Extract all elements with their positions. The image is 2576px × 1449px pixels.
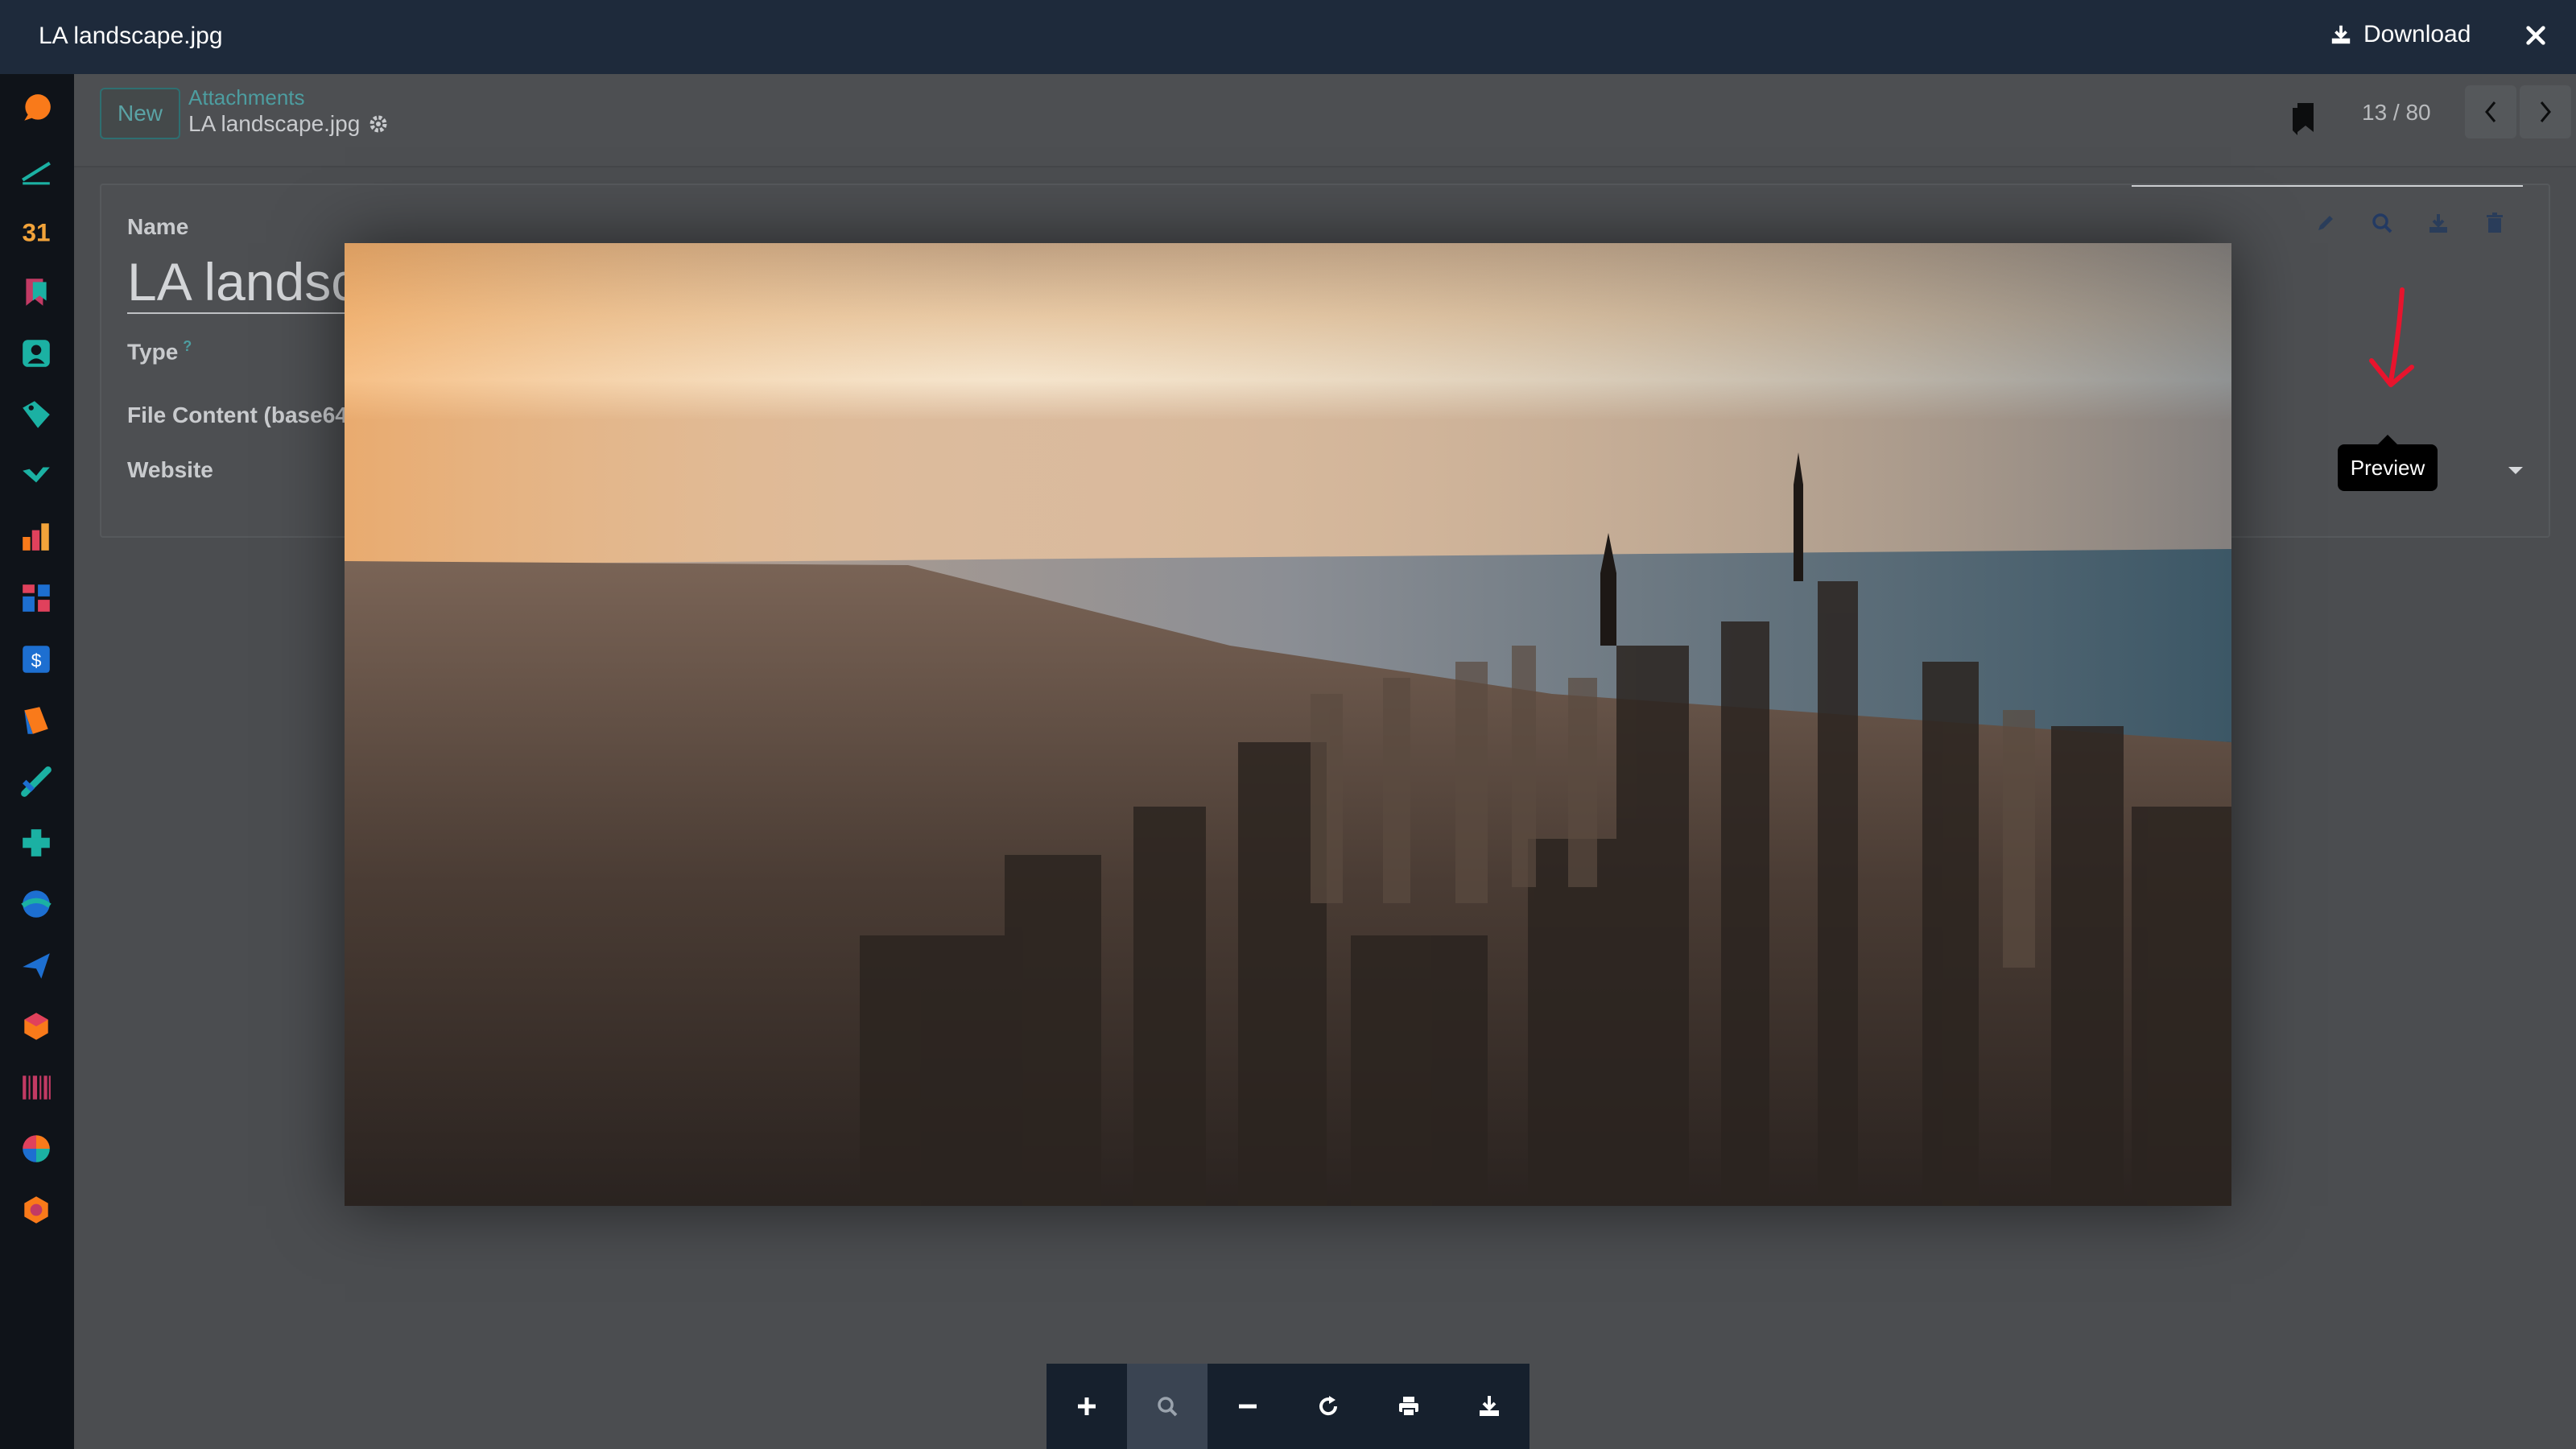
zoom-out-button[interactable] (1208, 1364, 1288, 1449)
zoom-out-icon (1239, 1404, 1257, 1409)
type-label: Type? (127, 338, 192, 365)
sales-icon[interactable] (18, 457, 55, 494)
svg-text:$: $ (31, 650, 42, 671)
chevron-left-icon (2485, 101, 2496, 122)
image-preview[interactable] (345, 243, 2231, 1206)
pager-value[interactable]: 13 / 80 (2362, 100, 2431, 126)
website-dropdown-caret-icon[interactable] (2508, 467, 2523, 474)
pager-previous-button[interactable] (2465, 85, 2516, 138)
control-panel: New Attachments LA landscape.jpg 13 / 80 (74, 74, 2576, 167)
trash-icon[interactable] (2483, 211, 2507, 235)
chevron-right-icon (2540, 101, 2551, 122)
print-icon (1399, 1397, 1418, 1417)
close-button[interactable] (2520, 19, 2552, 52)
toolbar-download-button[interactable] (1449, 1364, 1530, 1449)
app-sidebar: 31 $ (0, 74, 74, 1449)
apps-icon[interactable] (18, 1130, 55, 1167)
zoom-in-icon (1078, 1397, 1096, 1415)
field-service-icon[interactable] (18, 886, 55, 923)
calendar-icon[interactable]: 31 (18, 213, 55, 250)
breadcrumb-current: LA landscape.jpg (188, 111, 389, 137)
name-label: Name (127, 214, 189, 239)
name-field[interactable]: LA landsc (127, 251, 357, 312)
breadcrumb-current-label: LA landscape.jpg (188, 111, 361, 136)
gear-icon[interactable] (368, 114, 389, 134)
image-viewer-toolbar (1046, 1364, 1530, 1449)
download-button[interactable]: Download (2330, 21, 2471, 48)
print-button[interactable] (1368, 1364, 1449, 1449)
crm-icon[interactable] (18, 396, 55, 433)
download-icon (1480, 1396, 1499, 1416)
inventory-icon[interactable] (18, 1008, 55, 1045)
contacts-icon[interactable] (18, 335, 55, 372)
breadcrumb-parent-link[interactable]: Attachments (188, 85, 305, 110)
edit-icon[interactable] (2314, 211, 2338, 235)
type-label-text: Type (127, 339, 179, 365)
download-label: Download (2363, 21, 2471, 47)
viewer-header: LA landscape.jpg Download (0, 0, 2576, 74)
pager-next-button[interactable] (2520, 85, 2571, 138)
cityscape-photo (345, 243, 2231, 1206)
website-icon[interactable] (18, 580, 55, 617)
helpdesk-icon[interactable] (18, 824, 55, 861)
bookmark-icon[interactable] (2288, 100, 2320, 137)
svg-text:31: 31 (22, 218, 50, 247)
documents-icon[interactable] (18, 702, 55, 739)
file-title: LA landscape.jpg (39, 23, 223, 49)
website-label: Website (127, 457, 213, 482)
type-help-icon[interactable]: ? (183, 338, 192, 354)
type-field-underline (2132, 185, 2523, 187)
zoom-reset-icon (1158, 1397, 1178, 1417)
settings-icon[interactable] (18, 1191, 55, 1228)
discuss-icon[interactable] (18, 90, 55, 127)
name-field-underline (127, 312, 353, 314)
to-do-icon[interactable] (18, 151, 55, 188)
zoom-reset-button[interactable] (1127, 1364, 1208, 1449)
close-icon (2526, 26, 2545, 45)
project-icon[interactable] (18, 763, 55, 800)
rotate-button[interactable] (1288, 1364, 1368, 1449)
preview-tooltip: Preview (2338, 435, 2438, 491)
zoom-in-button[interactable] (1046, 1364, 1127, 1449)
email-marketing-icon[interactable] (18, 947, 55, 984)
accounting-icon[interactable]: $ (18, 641, 55, 678)
dashboards-icon[interactable] (18, 518, 55, 555)
rotate-icon (1319, 1396, 1338, 1416)
knowledge-icon[interactable] (18, 274, 55, 311)
download-file-icon[interactable] (2426, 211, 2450, 235)
preview-search-icon[interactable] (2370, 211, 2394, 235)
download-icon (2331, 25, 2351, 44)
new-button[interactable]: New (100, 88, 180, 139)
red-arrow-annotation (2369, 287, 2414, 387)
barcode-icon[interactable] (18, 1069, 55, 1106)
file-content-label: File Content (base64) (127, 402, 356, 427)
file-content-actions (2314, 211, 2507, 235)
